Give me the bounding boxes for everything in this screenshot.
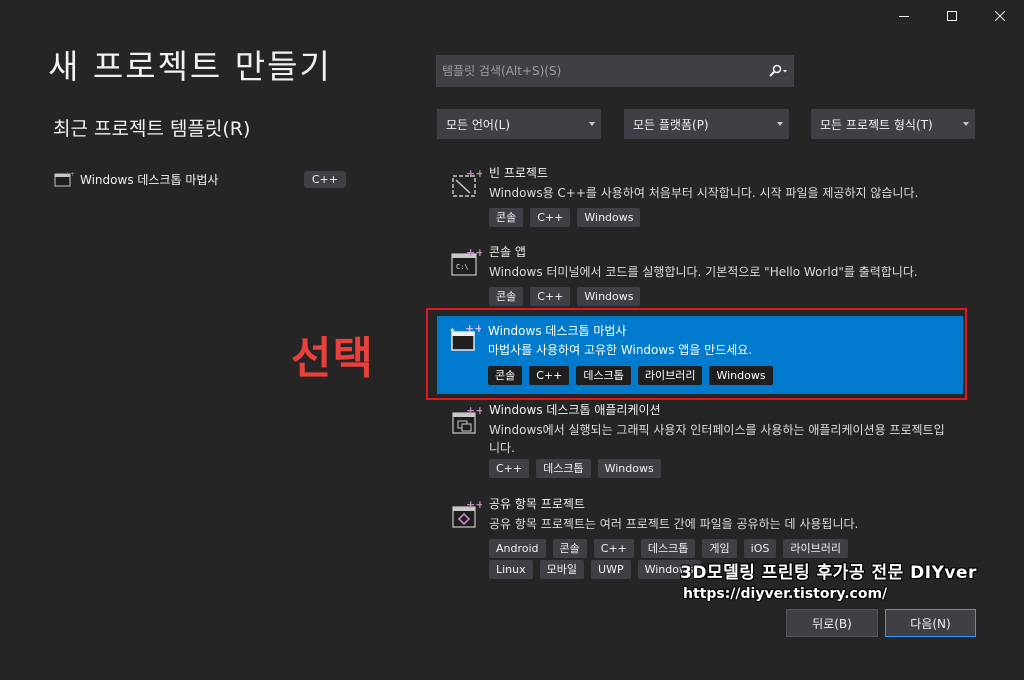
next-button[interactable]: 다음(N) <box>885 609 976 637</box>
platform-filter[interactable]: 모든 플랫폼(P) <box>624 109 789 139</box>
svg-text:✦: ✦ <box>449 326 456 335</box>
close-icon <box>995 11 1005 21</box>
tag: Windows <box>597 459 661 478</box>
tag: 데스크톱 <box>640 539 696 558</box>
template-tags: 콘솔 C++ Windows <box>489 208 929 227</box>
chevron-down-icon <box>963 122 969 126</box>
tag: 라이브러리 <box>783 539 848 558</box>
template-name: 빈 프로젝트 <box>489 166 549 180</box>
template-description: 마법사를 사용하여 고유한 Windows 앱을 만드세요. <box>488 343 753 357</box>
template-search[interactable] <box>436 55 794 87</box>
tag: C++ <box>529 366 570 385</box>
back-button[interactable]: 뒤로(B) <box>786 609 878 637</box>
template-empty-project[interactable]: ++ 빈 프로젝트 Windows용 C++를 사용하여 처음부터 시작합니다.… <box>438 164 978 232</box>
template-description: Windows 터미널에서 코드를 실행합니다. 기본적으로 "Hello Wo… <box>489 265 918 279</box>
minimize-icon <box>899 16 909 17</box>
chevron-down-icon <box>777 122 783 126</box>
platform-filter-label: 모든 플랫폼(P) <box>633 117 709 132</box>
project-type-filter-label: 모든 프로젝트 형식(T) <box>820 117 933 132</box>
language-filter[interactable]: 모든 언어(L) <box>437 109 601 139</box>
template-description: Windows에서 실행되는 그래픽 사용자 인터페이스를 사용하는 애플리케이… <box>489 423 945 455</box>
svg-text:++: ++ <box>466 247 482 259</box>
svg-text:++: ++ <box>65 171 74 178</box>
svg-text:++: ++ <box>466 405 482 417</box>
template-description: 공유 항목 프로젝트는 여러 프로젝트 간에 파일을 공유하는 데 사용됩니다. <box>489 517 859 531</box>
empty-project-icon: ++ <box>452 168 482 197</box>
minimize-button[interactable] <box>880 0 928 32</box>
search-input[interactable] <box>437 64 763 78</box>
language-filter-label: 모든 언어(L) <box>446 117 511 132</box>
tag: Linux <box>489 560 533 579</box>
tag: 게임 <box>702 539 737 558</box>
tag: iOS <box>743 539 777 558</box>
template-tags: 콘솔 C++ 데스크톱 라이브러리 Windows <box>488 366 928 385</box>
close-button[interactable] <box>976 0 1024 32</box>
chevron-down-icon <box>589 122 595 126</box>
annotation-select-label: 선택 <box>291 333 374 384</box>
template-name: 공유 항목 프로젝트 <box>489 497 585 511</box>
window-controls <box>880 0 1024 32</box>
recent-item-label: Windows 데스크톱 마법사 <box>80 172 219 187</box>
tag: Windows <box>709 366 773 385</box>
tag: 모바일 <box>539 560 585 579</box>
maximize-icon <box>947 11 957 21</box>
template-windows-desktop-wizard[interactable]: ✦ ++ Windows 데스크톱 마법사 마법사를 사용하여 고유한 Wind… <box>437 316 963 394</box>
watermark-title: 3D모델링 프린팅 후가공 전문 DIYver <box>680 563 977 583</box>
project-type-filter[interactable]: 모든 프로젝트 형식(T) <box>811 109 975 139</box>
desktop-wizard-icon: ++ <box>54 171 74 187</box>
tag: 라이브러리 <box>637 366 703 385</box>
tag: 콘솔 <box>552 539 587 558</box>
tag: C++ <box>489 459 530 478</box>
svg-text:++: ++ <box>466 499 482 511</box>
console-app-icon: C:\ ++ <box>451 247 482 276</box>
tag: Android <box>489 539 546 558</box>
svg-text:C:\: C:\ <box>456 263 469 271</box>
template-windows-desktop-app[interactable]: ++ Windows 데스크톱 애플리케이션 Windows에서 실행되는 그래… <box>438 401 978 483</box>
tag: Windows <box>577 208 641 227</box>
tag: 데스크톱 <box>536 459 591 478</box>
search-icon[interactable] <box>763 56 793 86</box>
tag: 콘솔 <box>488 366 523 385</box>
tag: C++ <box>530 287 571 306</box>
template-description: Windows용 C++를 사용하여 처음부터 시작합니다. 시작 파일을 제공… <box>489 186 919 200</box>
maximize-button[interactable] <box>928 0 976 32</box>
recent-item-windows-desktop-wizard[interactable]: ++ Windows 데스크톱 마법사 C++ <box>54 168 346 190</box>
shared-items-icon: ++ <box>452 499 482 528</box>
page-title: 새 프로젝트 만들기 <box>48 47 332 86</box>
tag: C++ <box>593 539 634 558</box>
tag: C++ <box>530 208 571 227</box>
template-console-app[interactable]: C:\ ++ 콘솔 앱 Windows 터미널에서 코드를 실행합니다. 기본적… <box>438 243 978 311</box>
desktop-wizard-icon: ✦ ++ <box>449 322 481 351</box>
watermark-url: https://diyver.tistory.com/ <box>683 586 888 602</box>
recent-item-tag: C++ <box>303 170 346 188</box>
template-name: Windows 데스크톱 마법사 <box>488 324 627 338</box>
tag: Windows <box>577 287 641 306</box>
tag: 콘솔 <box>489 287 524 306</box>
template-name: 콘솔 앱 <box>489 245 526 259</box>
template-name: Windows 데스크톱 애플리케이션 <box>489 403 661 417</box>
svg-text:++: ++ <box>465 322 481 335</box>
tag: 콘솔 <box>489 208 524 227</box>
template-tags: 콘솔 C++ Windows <box>489 287 929 306</box>
svg-text:++: ++ <box>466 168 482 180</box>
recent-templates-heading: 최근 프로젝트 템플릿(R) <box>53 118 251 140</box>
desktop-app-icon: ++ <box>452 405 482 434</box>
template-tags: C++ 데스크톱 Windows <box>489 459 929 478</box>
tag: UWP <box>591 560 631 579</box>
tag: 데스크톱 <box>576 366 631 385</box>
